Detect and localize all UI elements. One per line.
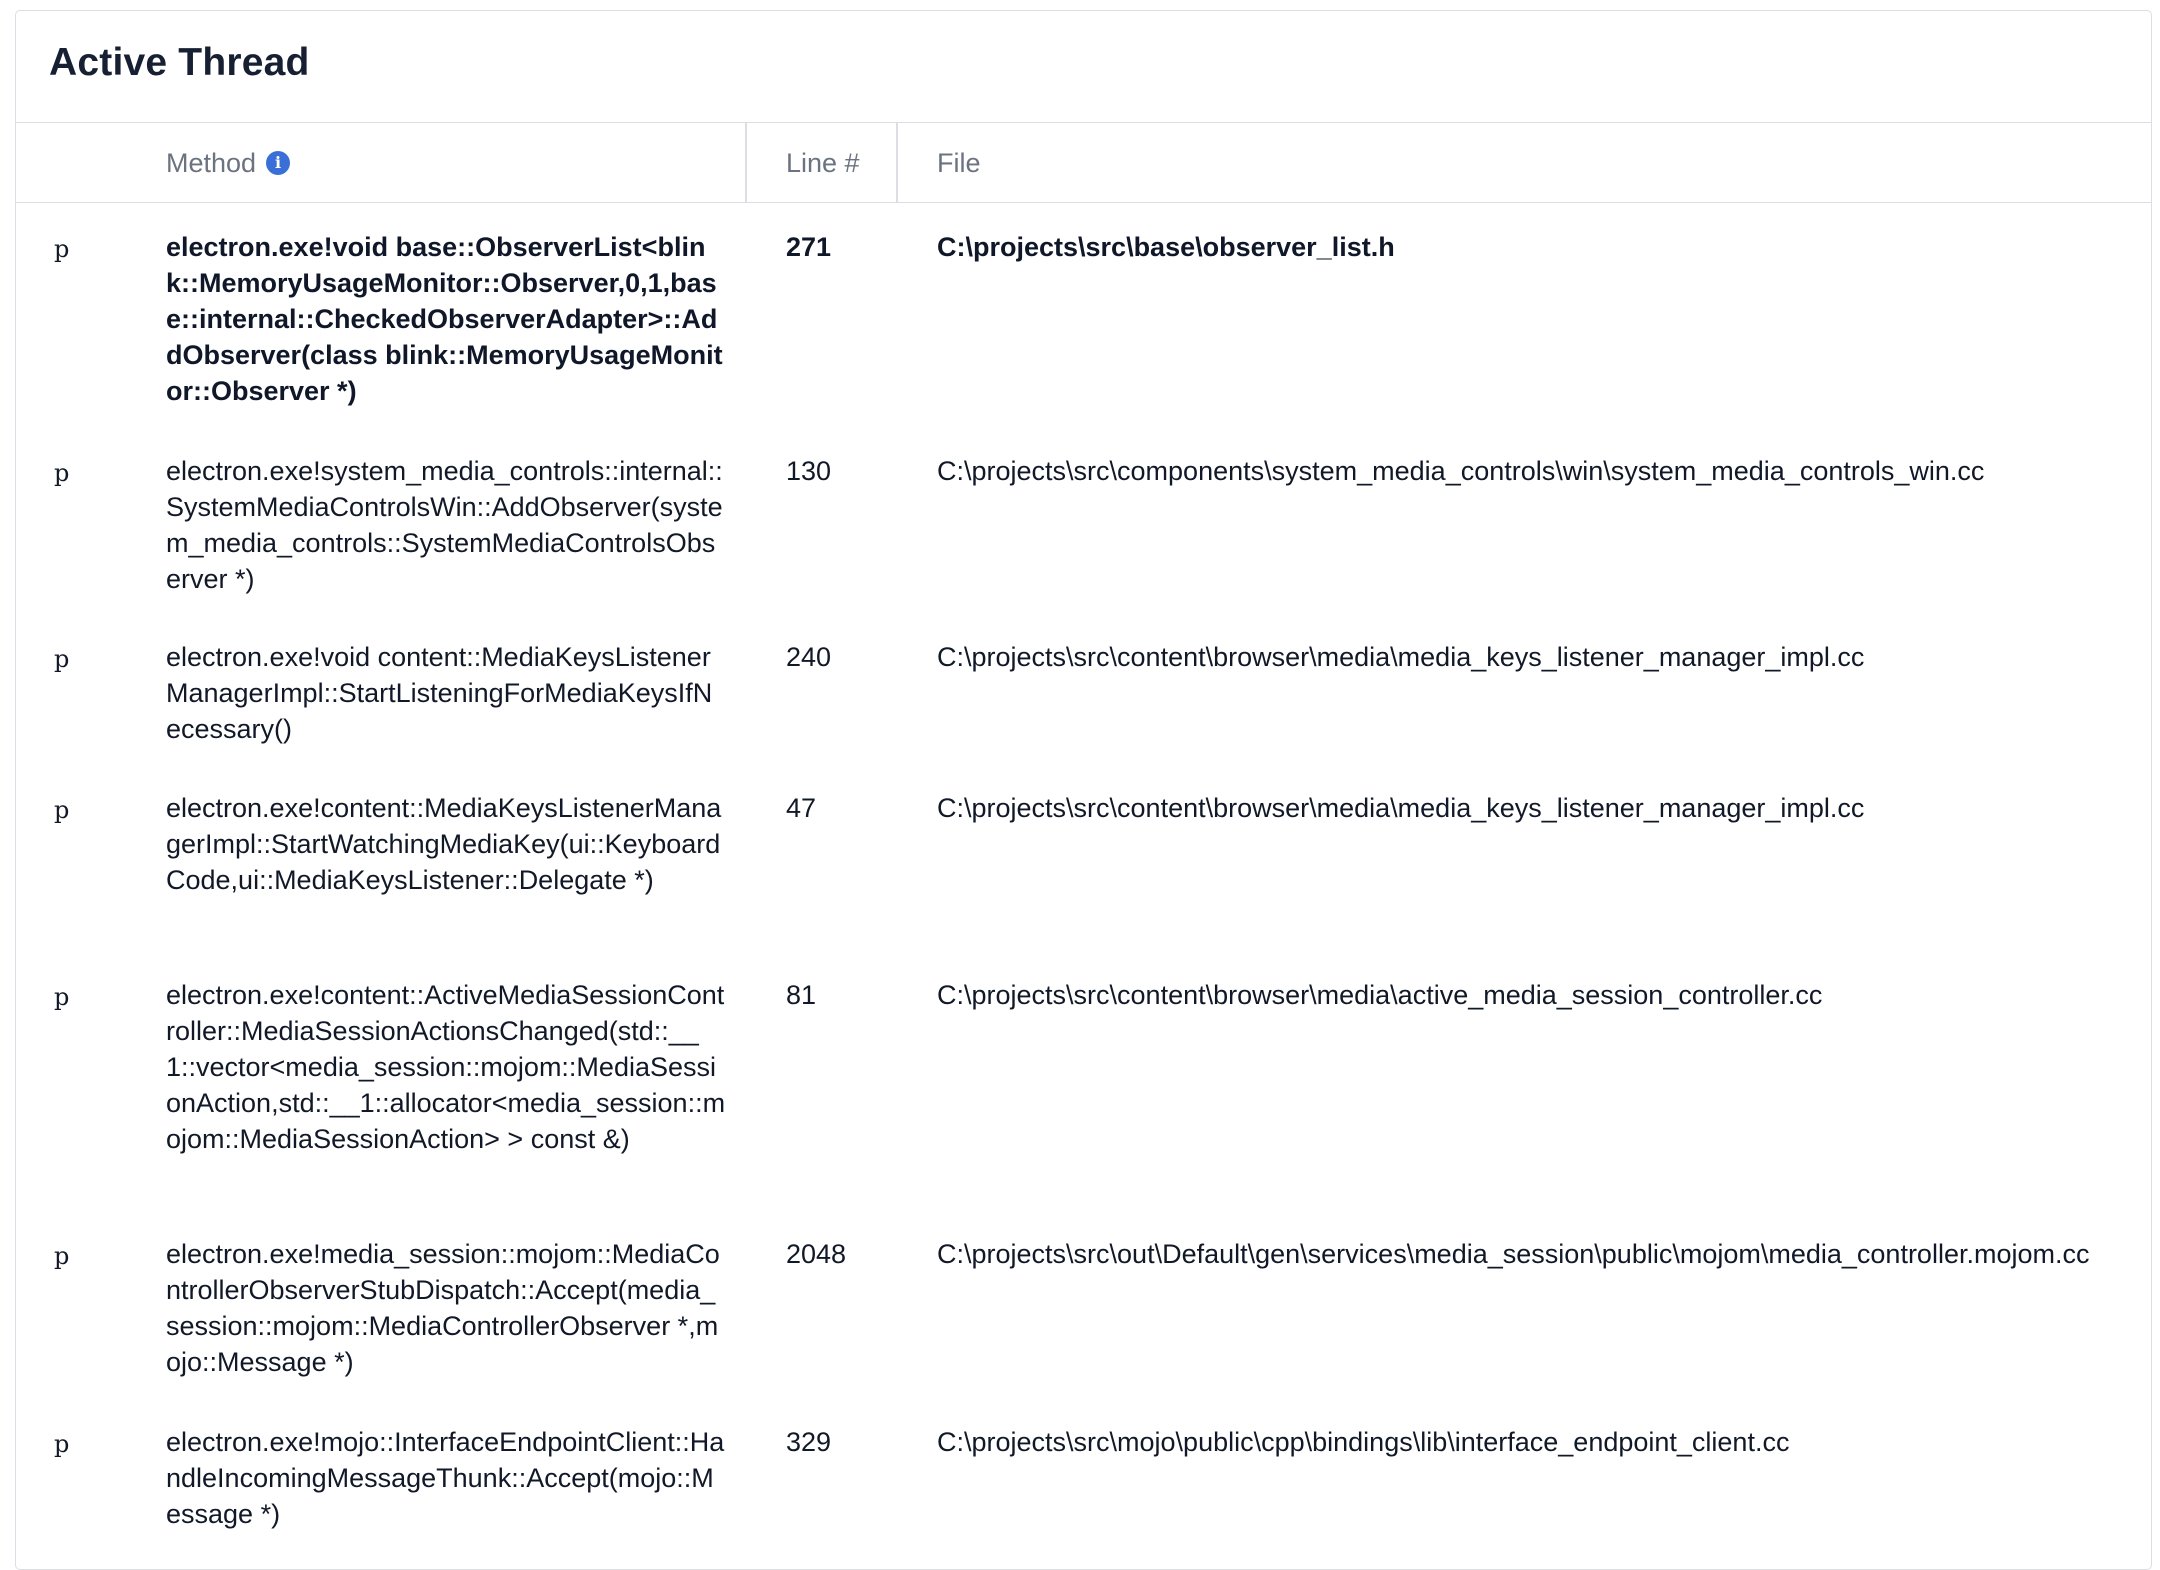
frame-marker: p	[54, 459, 70, 487]
column-divider[interactable]	[745, 123, 747, 203]
frame-line-number: 130	[786, 456, 832, 486]
frame-method: electron.exe!system_media_controls::inte…	[166, 456, 723, 594]
frame-file: C:\projects\src\content\browser\media\me…	[937, 793, 1865, 823]
frame-marker: p	[54, 796, 70, 824]
frame-line-number: 271	[786, 232, 832, 262]
frame-marker: p	[54, 983, 70, 1011]
column-header-line[interactable]: Line #	[786, 123, 860, 203]
frame-file: C:\projects\src\content\browser\media\me…	[937, 642, 1865, 672]
active-thread-panel: Active Thread Method i Line # File p ele…	[15, 10, 2152, 1570]
frame-line-number: 329	[786, 1427, 832, 1457]
frame-file: C:\projects\src\content\browser\media\ac…	[937, 980, 1823, 1010]
column-header-method-label: Method	[166, 147, 257, 178]
info-icon[interactable]: i	[266, 151, 291, 175]
frame-method: electron.exe!mojo::InterfaceEndpointClie…	[166, 1427, 725, 1529]
frame-line-number: 81	[786, 980, 817, 1010]
column-header-file[interactable]: File	[937, 123, 981, 203]
frame-method: electron.exe!media_session::mojom::Media…	[166, 1239, 720, 1377]
frame-line-number: 2048	[786, 1239, 847, 1269]
table-header: Method i Line # File	[16, 123, 2151, 203]
frame-method: electron.exe!void content::MediaKeysList…	[166, 642, 713, 744]
frame-method: electron.exe!content::ActiveMediaSession…	[166, 980, 726, 1154]
frame-marker: p	[54, 235, 70, 263]
frame-line-number: 47	[786, 793, 817, 823]
frame-file: C:\projects\src\out\Default\gen\services…	[937, 1239, 2090, 1269]
frame-marker: p	[54, 645, 70, 673]
frame-marker: p	[54, 1430, 70, 1458]
frame-method: electron.exe!void base::ObserverList<bli…	[166, 232, 723, 406]
frame-marker: p	[54, 1242, 70, 1270]
frame-method: electron.exe!content::MediaKeysListenerM…	[166, 793, 722, 895]
frame-file: C:\projects\src\components\system_media_…	[937, 456, 1985, 486]
panel-title: Active Thread	[49, 41, 310, 84]
panel-header: Active Thread	[16, 11, 2151, 123]
frame-line-number: 240	[786, 642, 832, 672]
frame-file: C:\projects\src\mojo\public\cpp\bindings…	[937, 1427, 1790, 1457]
column-divider[interactable]	[896, 123, 898, 203]
column-header-method[interactable]: Method i	[166, 123, 291, 203]
frame-file: C:\projects\src\base\observer_list.h	[937, 232, 1395, 262]
